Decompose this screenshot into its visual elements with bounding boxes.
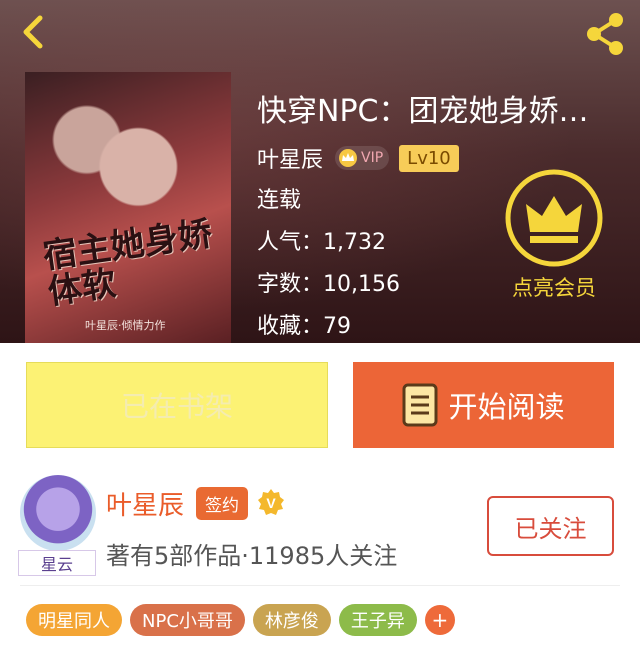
avatar-tag: 星云 <box>18 550 96 576</box>
vip-member-button[interactable]: 点亮会员 <box>500 168 608 308</box>
writer-meta: 著有5部作品·11985人关注 <box>106 542 398 570</box>
book-cover[interactable]: 宿主她身娇体软 叶星辰·倾情力作 <box>25 72 231 343</box>
start-reading-label: 开始阅读 <box>448 390 565 424</box>
book-favorites: 收藏：79 <box>257 314 351 339</box>
tag-item[interactable]: 明星同人 <box>26 604 122 636</box>
tag-item[interactable]: NPC小哥哥 <box>130 604 245 636</box>
book-header: 宿主她身娇体软 叶星辰·倾情力作 快穿NPC：团宠她身娇… 叶星辰 VIP Lv… <box>0 0 640 343</box>
book-status: 连载 <box>257 188 302 213</box>
svg-text:V: V <box>266 495 276 511</box>
book-title: 快穿NPC：团宠她身娇… <box>257 94 589 129</box>
writer-name[interactable]: 叶星辰 <box>106 485 184 522</box>
level-badge: Lv10 <box>399 144 459 172</box>
share-icon[interactable] <box>582 10 630 58</box>
tag-list: 明星同人 NPC小哥哥 林彦俊 王子异 + <box>26 604 455 636</box>
book-icon <box>402 383 438 427</box>
cover-title: 宿主她身娇体软 <box>40 213 215 313</box>
back-arrow-icon[interactable] <box>16 12 56 52</box>
add-tag-button[interactable]: + <box>424 605 455 635</box>
followed-button[interactable]: 已关注 <box>487 496 614 556</box>
in-shelf-button[interactable]: 已在书架 <box>26 362 328 448</box>
divider <box>20 585 620 586</box>
writer-avatar[interactable] <box>20 475 96 551</box>
crown-icon <box>339 149 358 167</box>
crown-circle-icon <box>505 169 603 267</box>
book-popularity: 人气：1,732 <box>257 230 386 255</box>
signed-badge: 签约 <box>196 486 249 520</box>
vip-member-label: 点亮会员 <box>512 276 596 300</box>
start-reading-button[interactable]: 开始阅读 <box>353 362 614 448</box>
author-line: 叶星辰 VIP Lv10 <box>257 142 459 174</box>
tag-item[interactable]: 林彦俊 <box>252 604 331 636</box>
vip-badge: VIP <box>335 146 390 170</box>
author-name[interactable]: 叶星辰 <box>257 142 323 174</box>
writer-line: 叶星辰 签约 V <box>106 485 286 521</box>
cover-author: 叶星辰·倾情力作 <box>85 319 166 332</box>
tag-item[interactable]: 王子异 <box>338 604 417 636</box>
vip-label: VIP <box>361 150 384 166</box>
verified-v-icon: V <box>258 489 285 515</box>
book-word-count: 字数：10,156 <box>257 272 400 297</box>
